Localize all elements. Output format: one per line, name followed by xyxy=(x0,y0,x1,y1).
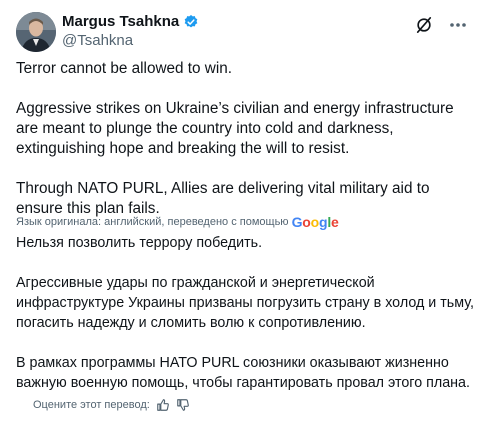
thumbs-up-icon[interactable] xyxy=(156,398,170,412)
display-name[interactable]: Margus Tsahkna xyxy=(62,13,179,30)
header-actions xyxy=(414,15,468,35)
verified-badge-icon xyxy=(184,14,198,27)
google-logo: Google xyxy=(291,214,339,230)
author-name-row: Margus Tsahkna xyxy=(62,13,199,30)
grok-icon[interactable] xyxy=(414,15,434,35)
tweet-paragraph: Terror cannot be allowed to win. xyxy=(16,60,232,77)
tweet-text: Terror cannot be allowed to win. Aggress… xyxy=(16,59,472,219)
translated-paragraph: Агрессивные удары по гражданской и энерг… xyxy=(16,275,474,331)
rate-translation: Оцените этот перевод: xyxy=(33,398,190,412)
translation-note-text: Язык оригинала: английский, переведено с… xyxy=(16,216,289,228)
translation-note: Язык оригинала: английский, переведено с… xyxy=(16,214,339,230)
translated-paragraph: В рамках программы НАТО PURL союзники ок… xyxy=(16,355,470,391)
translated-paragraph: Нельзя позволить террору победить. xyxy=(16,235,263,251)
avatar[interactable] xyxy=(16,12,56,52)
thumbs-down-icon[interactable] xyxy=(176,398,190,412)
handle[interactable]: @Tsahkna xyxy=(62,32,133,49)
tweet-paragraph: Aggressive strikes on Ukraine’s civilian… xyxy=(16,100,454,157)
more-icon[interactable] xyxy=(448,15,468,35)
tweet-paragraph: Through NATO PURL, Allies are delivering… xyxy=(16,180,430,217)
tweet: Margus Tsahkna @Tsahkna Terror cannot be… xyxy=(0,0,482,424)
translated-text: Нельзя позволить террору победить. Агрес… xyxy=(16,233,474,393)
rate-translation-label: Оцените этот перевод: xyxy=(33,399,150,411)
